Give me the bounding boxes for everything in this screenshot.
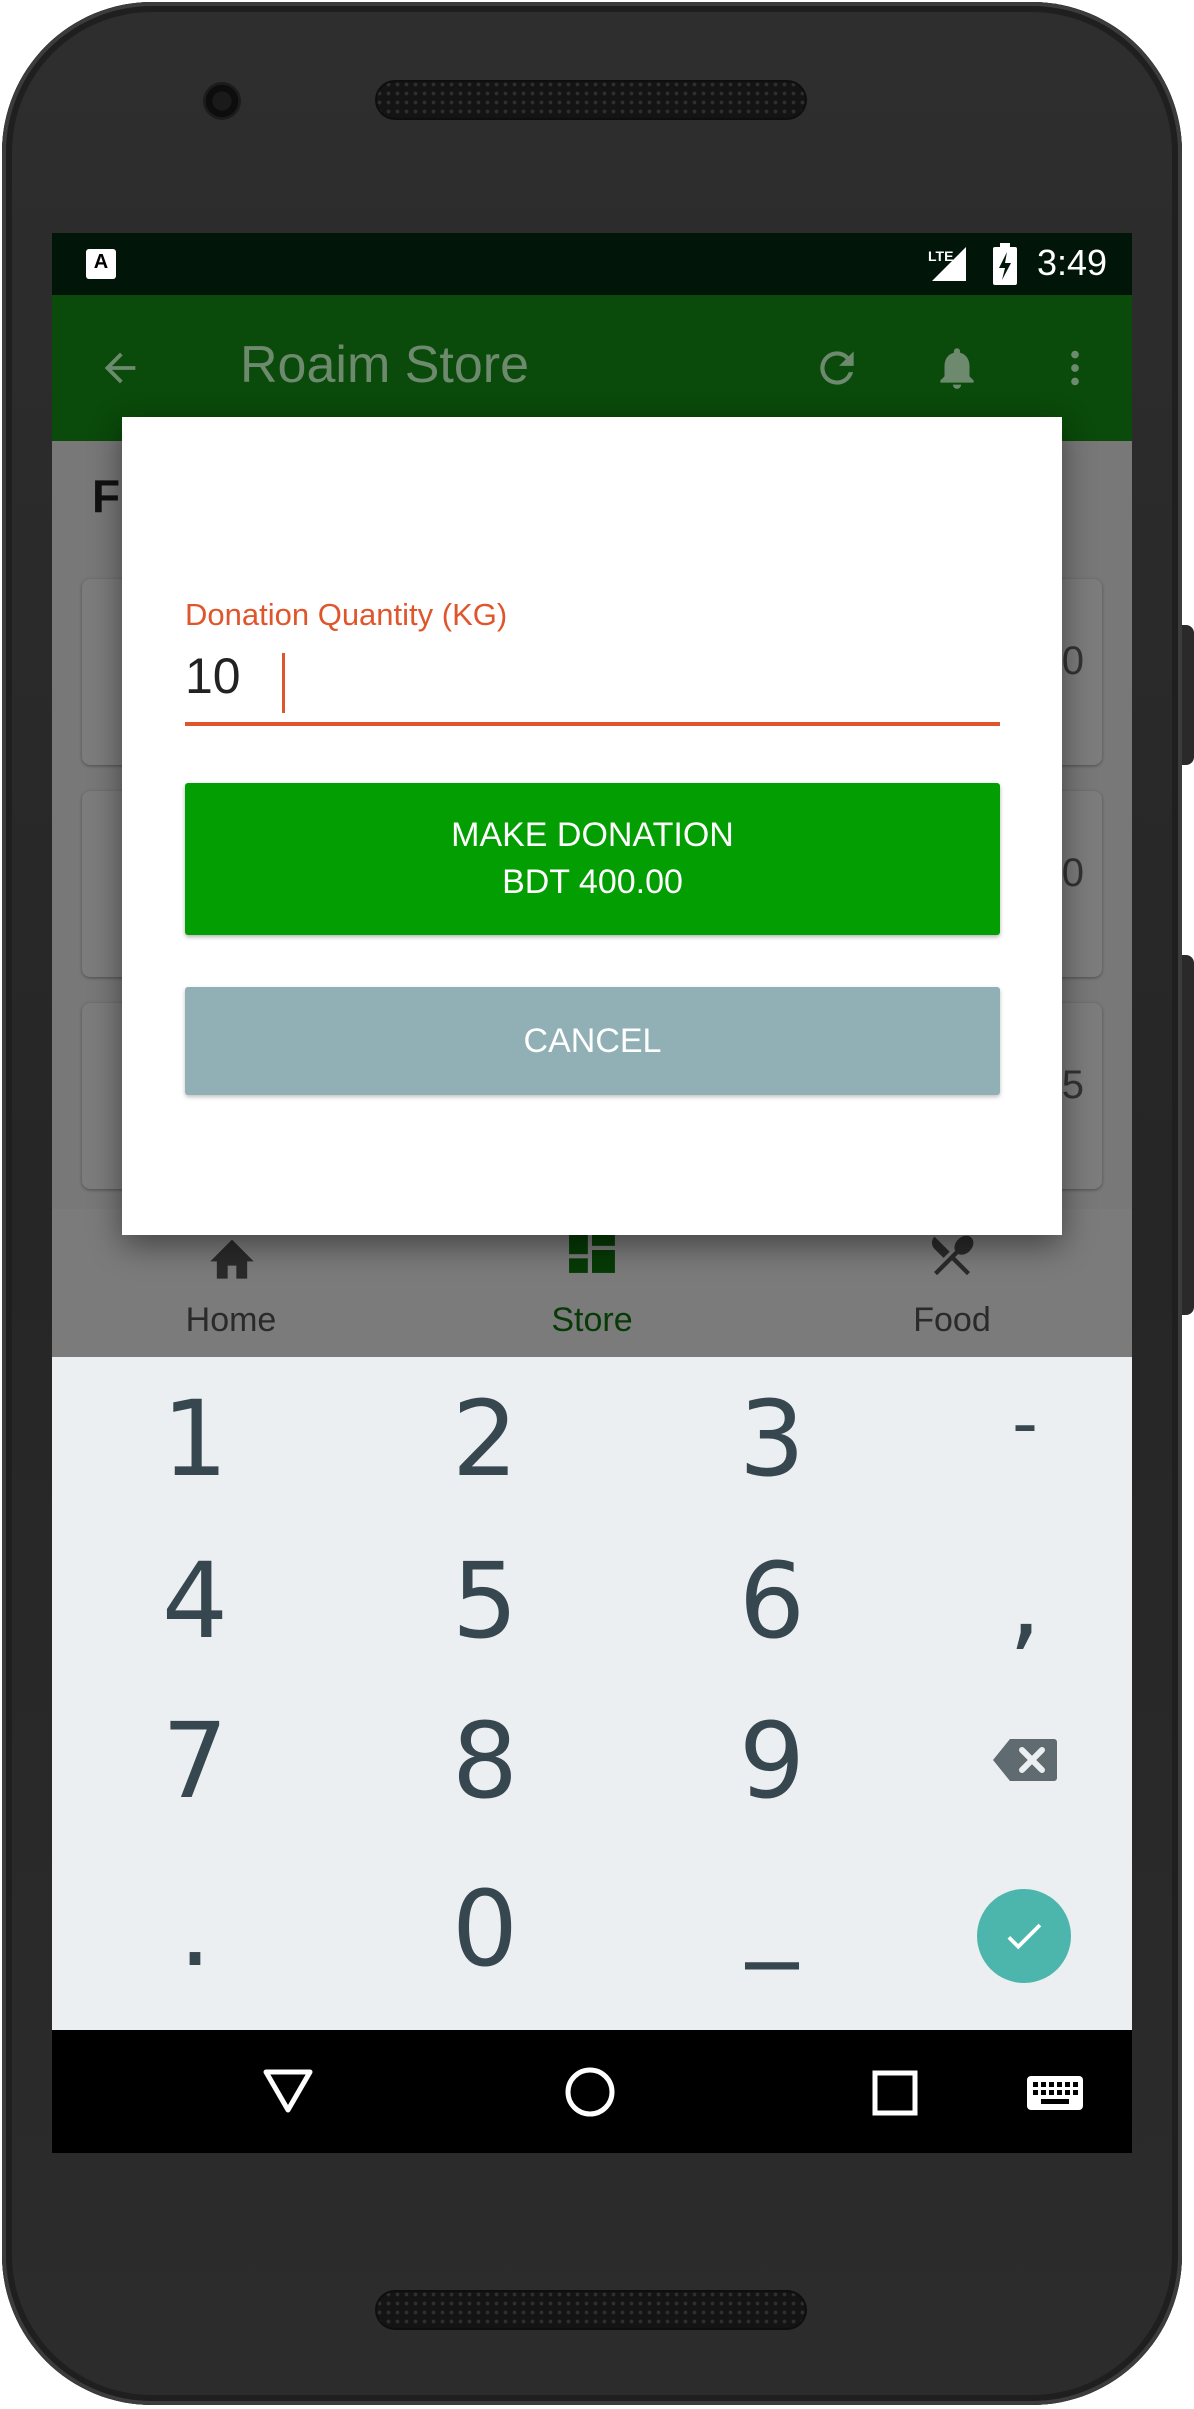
- svg-text:LTE: LTE: [928, 248, 953, 264]
- input-underline: [185, 722, 1000, 726]
- done-key[interactable]: [977, 1889, 1071, 1983]
- key-comma[interactable]: ,: [905, 1549, 1132, 1653]
- food-icon: [931, 1235, 974, 1276]
- text-cursor: [282, 653, 285, 713]
- card-value: 5: [1061, 1063, 1084, 1107]
- bottom-speaker: [375, 2290, 807, 2330]
- arrow-back-icon[interactable]: [97, 345, 143, 391]
- key-5[interactable]: 5: [365, 1549, 605, 1653]
- key-1[interactable]: 1: [75, 1387, 315, 1491]
- card-value: 0: [1061, 851, 1084, 895]
- more-vert-icon[interactable]: [1052, 343, 1098, 393]
- donate-button-amount: BDT 400.00: [502, 863, 683, 901]
- key-period[interactable]: .: [75, 1877, 315, 1981]
- donation-dialog: Donation Quantity (KG) 10 MAKE DONATION …: [122, 417, 1062, 1235]
- key-minus[interactable]: -: [905, 1387, 1132, 1459]
- status-bar: A LTE 3:49: [52, 233, 1132, 295]
- key-underscore[interactable]: _: [652, 1857, 892, 1961]
- quantity-input[interactable]: 10: [185, 647, 241, 705]
- make-donation-button[interactable]: MAKE DONATION BDT 400.00: [185, 783, 1000, 935]
- check-icon: [1007, 1923, 1042, 1950]
- nav-label-food: Food: [913, 1301, 991, 1339]
- circle-home-icon[interactable]: [564, 2066, 616, 2118]
- donate-button-label: MAKE DONATION: [451, 816, 734, 854]
- key-9[interactable]: 9: [652, 1709, 892, 1813]
- nav-label-store: Store: [551, 1301, 633, 1339]
- refresh-icon[interactable]: [812, 343, 862, 393]
- square-recents-icon[interactable]: [872, 2070, 918, 2116]
- a-icon: A: [86, 249, 116, 279]
- key-8[interactable]: 8: [365, 1709, 605, 1813]
- key-7[interactable]: 7: [75, 1709, 315, 1813]
- keyboard-icon[interactable]: [1027, 2076, 1083, 2110]
- quantity-label: Donation Quantity (KG): [185, 597, 508, 632]
- key-4[interactable]: 4: [75, 1549, 315, 1653]
- triangle-back-icon[interactable]: [262, 2068, 314, 2114]
- nav-label-home: Home: [185, 1301, 277, 1339]
- lte-signal-icon: LTE: [928, 247, 966, 281]
- system-navigation-bar: [52, 2030, 1132, 2153]
- top-speaker: [375, 80, 807, 120]
- front-camera: [203, 82, 241, 120]
- home-icon: [210, 1239, 254, 1279]
- backspace-icon[interactable]: [992, 1737, 1058, 1783]
- key-6[interactable]: 6: [652, 1549, 892, 1653]
- section-heading: F: [92, 470, 121, 522]
- key-2[interactable]: 2: [365, 1387, 605, 1491]
- status-time: 3:49: [1037, 242, 1108, 283]
- battery-charging-icon: [993, 243, 1017, 285]
- card-value: 0: [1061, 639, 1084, 683]
- numeric-keyboard: 1 2 3 - 4 5 6 , 7 8 9 . 0 _: [52, 1357, 1132, 2030]
- key-3[interactable]: 3: [652, 1387, 892, 1491]
- key-0[interactable]: 0: [365, 1877, 605, 1981]
- screen: A LTE 3:49 Roaim Store F 0 0 5 Home Stor…: [52, 233, 1132, 2153]
- cancel-button[interactable]: CANCEL: [185, 987, 1000, 1095]
- app-title: Roaim Store: [240, 336, 529, 394]
- bell-icon[interactable]: [932, 343, 982, 393]
